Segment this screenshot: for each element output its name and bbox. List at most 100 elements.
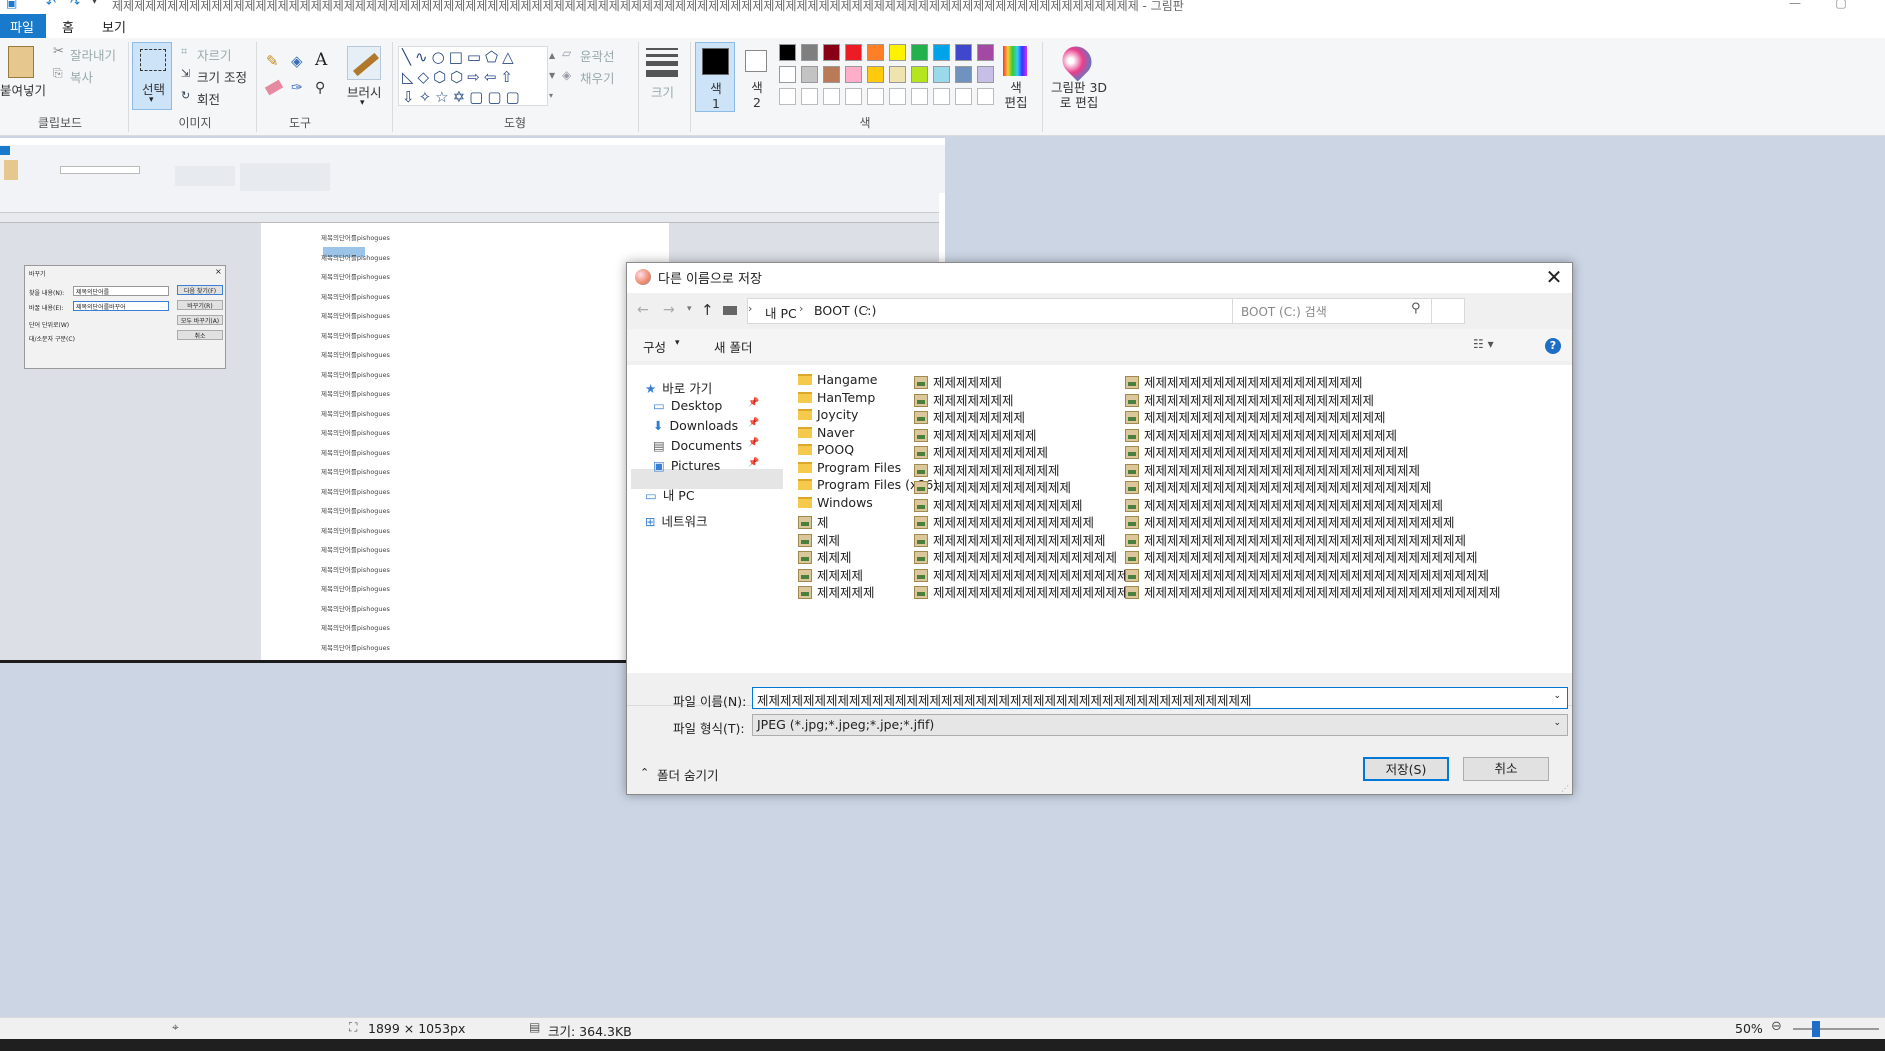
nav-item[interactable]: ▭ 내 PC	[645, 485, 695, 504]
zoom-thumb[interactable]	[1812, 1021, 1820, 1037]
folder-item[interactable]: POOQ	[798, 442, 854, 457]
palette-swatch[interactable]	[911, 66, 928, 83]
view-options-icon[interactable]: ☷ ▾	[1473, 337, 1494, 351]
pencil-icon[interactable]: ✎	[266, 52, 279, 70]
file-item[interactable]: 제제제제제제제	[914, 390, 1014, 409]
file-item[interactable]: 제제제제제제제제제제제제제제	[914, 512, 1094, 531]
file-item[interactable]: 제제제제제제제제	[914, 407, 1025, 426]
select-button[interactable]: 선택 ▾	[132, 42, 172, 110]
palette-custom-swatch[interactable]	[823, 88, 840, 105]
nav-item[interactable]: ⬇ Downloads 📌	[653, 418, 759, 433]
folder-item[interactable]: Hangame	[798, 372, 877, 387]
file-item[interactable]: 제제제제	[798, 565, 863, 584]
hide-folders-button[interactable]: 폴더 숨기기	[657, 765, 718, 784]
file-item[interactable]: 제제제제제제제제제제제제제제제제제제	[914, 582, 1140, 601]
file-item[interactable]: 제제제제제제제제제제제제제제제제제	[914, 565, 1129, 584]
fill-shape-button[interactable]: 채우기	[580, 68, 615, 87]
chevron-up-icon[interactable]: ⌃	[640, 766, 649, 779]
nav-item[interactable]: ▭ Desktop 📌	[653, 398, 759, 413]
file-item[interactable]: 제제제제제제제제제제	[914, 442, 1048, 461]
palette-swatch[interactable]	[889, 66, 906, 83]
cut-button[interactable]: 잘라내기	[70, 45, 116, 64]
palette-custom-swatch[interactable]	[845, 88, 862, 105]
shapes-gallery[interactable]: ╲∿○□▭⬠△ ◺◇⬡⬡⇨⇦⇧ ⇩✧☆✡▢▢▢	[398, 46, 548, 106]
file-item[interactable]: 제제제제제제제제제제제제제제제제제제제제제제제	[1125, 442, 1409, 461]
clipboard-paste-icon[interactable]	[8, 46, 34, 78]
palette-swatch[interactable]	[889, 44, 906, 61]
palette-custom-swatch[interactable]	[955, 88, 972, 105]
resize-grip-icon[interactable]: ⋰	[1561, 784, 1569, 793]
color1-button[interactable]: 색 1	[695, 42, 735, 112]
file-item[interactable]: 제제제제제제제제제제제제제제제제제제제제	[1125, 390, 1374, 409]
palette-swatch[interactable]	[867, 44, 884, 61]
palette-custom-swatch[interactable]	[889, 88, 906, 105]
magnifier-icon[interactable]: ⚲	[315, 80, 325, 96]
folder-item[interactable]: Program Files	[798, 460, 901, 475]
maximize-icon[interactable]: ▢	[1830, 0, 1852, 10]
file-item[interactable]: 제제제제제제제제제제제제제제제	[914, 530, 1106, 549]
pin-icon[interactable]: 📌	[748, 418, 759, 428]
palette-custom-swatch[interactable]	[911, 88, 928, 105]
file-item[interactable]: 제제제제제제제제제제제제제제제제제제제제제제제제제제제제제제제	[1125, 582, 1501, 601]
minimize-icon[interactable]: —	[1784, 0, 1806, 10]
file-item[interactable]: 제제제제제제제제제	[914, 425, 1037, 444]
file-item[interactable]: 제제제제제제제제제제제제제	[914, 495, 1083, 514]
palette-custom-swatch[interactable]	[801, 88, 818, 105]
file-item[interactable]: 제제제제제	[798, 582, 875, 601]
file-item[interactable]: 제	[798, 512, 829, 531]
breadcrumb-pc[interactable]: 내 PC	[765, 303, 797, 322]
file-item[interactable]: 제제제제제제제제제제제제제제제제제제제제제제제제제제제	[1125, 512, 1455, 531]
filetype-select[interactable]: JPEG (*.jpg;*.jpeg;*.jpe;*.jfif) ⌄	[752, 714, 1568, 736]
recent-locations-icon[interactable]: ▾	[687, 304, 692, 314]
palette-swatch[interactable]	[867, 66, 884, 83]
palette-custom-swatch[interactable]	[867, 88, 884, 105]
palette-swatch[interactable]	[977, 66, 994, 83]
pin-icon[interactable]: 📌	[748, 458, 759, 468]
file-item[interactable]: 제제제제제제제제제제제제제제제제제제제제제제제제제제제제	[1125, 530, 1466, 549]
palette-swatch[interactable]	[823, 66, 840, 83]
file-item[interactable]: 제제제제제제제제제제제제제제제제제제제제제	[1125, 407, 1386, 426]
close-icon[interactable]: ✕	[1541, 265, 1567, 291]
file-item[interactable]: 제제제제제제제제제제제제제제제제제제제	[1125, 372, 1363, 391]
folder-item[interactable]: Windows	[798, 495, 873, 510]
palette-swatch[interactable]	[955, 66, 972, 83]
palette-swatch[interactable]	[801, 66, 818, 83]
palette-swatch[interactable]	[977, 44, 994, 61]
shapes-scroll[interactable]: ▲ ▼ ▾	[549, 46, 557, 106]
size-button[interactable]: 크기	[651, 82, 674, 101]
nav-item[interactable]: ▣ Pictures 📌	[653, 458, 759, 473]
new-folder-button[interactable]: 새 폴더	[714, 337, 752, 356]
back-icon[interactable]: ←	[637, 302, 649, 318]
zoom-slider[interactable]	[1793, 1028, 1879, 1030]
save-icon[interactable]: ▣	[6, 0, 17, 10]
tab-view[interactable]: 보기	[92, 14, 136, 38]
fill-icon[interactable]: ◈	[291, 52, 303, 70]
rotate-button[interactable]: 회전	[197, 89, 220, 108]
up-icon[interactable]: ↑	[701, 301, 714, 319]
outline-button[interactable]: 윤곽선	[580, 46, 615, 65]
size-icon[interactable]	[646, 48, 678, 77]
file-item[interactable]: 제제제제제제제제제제제제제제제제제제제제제제제제	[1125, 460, 1420, 479]
palette-swatch[interactable]	[955, 44, 972, 61]
text-icon[interactable]: A	[315, 50, 327, 70]
folder-item[interactable]: Joycity	[798, 407, 858, 422]
color-picker-icon[interactable]: ✑	[291, 80, 303, 96]
resize-button[interactable]: 크기 조정	[197, 67, 247, 86]
file-item[interactable]: 제제	[798, 530, 840, 549]
pin-icon[interactable]: 📌	[748, 438, 759, 448]
palette-swatch[interactable]	[823, 44, 840, 61]
filename-input[interactable]: 제제제제제제제제제제제제제제제제제제제제제제제제제제제제제제제제제제제제제제제제…	[752, 687, 1568, 709]
nav-item[interactable]: ★ 바로 가기	[645, 378, 712, 397]
nav-item[interactable]: ▤ Documents 📌	[653, 438, 759, 453]
file-item[interactable]: 제제제	[798, 547, 852, 566]
file-item[interactable]: 제제제제제제제제제제제제제제제제제제제제제제제제제제제제제제	[1125, 565, 1489, 584]
file-item[interactable]: 제제제제제제제제제제제제제제제제제제제제제제제제제	[1125, 477, 1432, 496]
search-input[interactable]: BOOT (C:) 검색	[1241, 303, 1327, 320]
undo-icon[interactable]: ↶	[46, 0, 56, 10]
palette-swatch[interactable]	[933, 44, 950, 61]
file-item[interactable]: 제제제제제제제제제제제제제제제제제제제제제제제제제제제제제	[1125, 547, 1478, 566]
palette-swatch[interactable]	[845, 44, 862, 61]
save-button[interactable]: 저장(S)	[1363, 757, 1449, 781]
organize-button[interactable]: 구성	[643, 337, 666, 356]
palette-custom-swatch[interactable]	[977, 88, 994, 105]
